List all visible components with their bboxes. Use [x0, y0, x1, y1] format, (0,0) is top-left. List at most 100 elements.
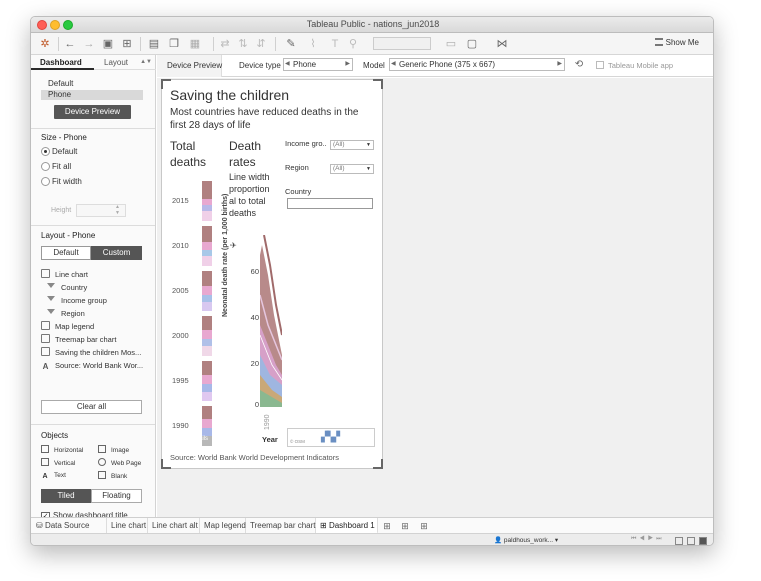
treemap-bar-2000[interactable]	[202, 316, 212, 356]
death-rates-heading: Death rates	[229, 139, 262, 169]
filter-icon	[47, 295, 56, 304]
tree-item-region[interactable]: Region	[47, 308, 85, 320]
death-rate-line-chart[interactable]	[260, 235, 282, 407]
treemap-bar-2005[interactable]	[202, 271, 212, 311]
size-default-radio[interactable]	[41, 147, 50, 156]
tree-item-label: Saving the children Mos...	[55, 348, 142, 357]
show-cards-icon[interactable]: ▭	[443, 37, 459, 51]
treemap-bar-1990[interactable]: ails	[202, 406, 212, 446]
object-blank[interactable]: Blank	[98, 471, 127, 481]
tab-label: Dashboard 1	[328, 521, 375, 530]
map-legend[interactable]: © OSM ▞▚▞	[287, 428, 375, 447]
object-vertical[interactable]: Vertical	[41, 458, 75, 468]
tableau-logo-icon[interactable]: ✲	[39, 37, 51, 51]
layout-section-title: Layout - Phone	[41, 231, 96, 240]
label-icon[interactable]: T	[329, 37, 341, 51]
tableau-window: Tableau Public - nations_jun2018 ✲ ← → ▣…	[30, 16, 714, 546]
device-preview-tab-label: Device Preview	[167, 61, 223, 70]
tree-item-country[interactable]: Country	[47, 282, 87, 294]
region-filter-label: Region	[285, 163, 309, 172]
model-select[interactable]: ◀ Generic Phone (375 x 667) ▶	[389, 58, 565, 71]
treemap-bar-1995[interactable]	[202, 361, 212, 401]
fit-dropdown[interactable]	[373, 37, 431, 50]
tab-dashboard[interactable]: Dashboard	[31, 55, 94, 70]
object-web-page[interactable]: Web Page	[98, 458, 141, 468]
clear-all-button[interactable]: Clear all	[41, 400, 142, 414]
tab-dashboard-1[interactable]: ⊞ Dashboard 1	[316, 518, 378, 534]
device-type-select[interactable]: ◀ Phone ▶	[283, 58, 353, 71]
filter-icon	[47, 282, 56, 291]
forward-arrow-icon[interactable]: →	[83, 37, 95, 51]
presentation-mode-icon[interactable]: ▢	[465, 37, 479, 51]
tab-treemap-bar-chart[interactable]: Treemap bar chart	[246, 518, 316, 534]
grid-view-icon[interactable]	[675, 537, 683, 545]
country-search-input[interactable]	[287, 198, 373, 209]
object-horizontal[interactable]: Horizontal	[41, 445, 83, 455]
back-arrow-icon[interactable]: ←	[64, 37, 76, 51]
device-phone[interactable]: Phone	[41, 90, 143, 100]
tab-layout[interactable]: Layout ▲▼	[94, 55, 156, 70]
tiled-button[interactable]: Tiled	[41, 489, 91, 503]
new-dashboard-tab-icon[interactable]: ⊞	[400, 521, 410, 531]
tree-item-map-legend[interactable]: Map legend	[41, 321, 94, 333]
tab-data-source[interactable]: ⛁ Data Source	[31, 518, 107, 534]
tab-map-legend[interactable]: Map legend	[200, 518, 246, 534]
new-story-tab-icon[interactable]: ⊞	[419, 521, 429, 531]
treemap-bar-2010[interactable]	[202, 226, 212, 266]
tree-item-treemap-bar-chart[interactable]: Treemap bar chart	[41, 334, 116, 346]
swap-axes-icon[interactable]: ⇄	[219, 37, 231, 51]
sheet-navigation-icon[interactable]: ⏮◀▶⏭	[631, 536, 665, 543]
y-tick: 0	[254, 400, 259, 409]
size-fit-all-radio[interactable]	[41, 162, 50, 171]
clear-sheet-icon[interactable]: ▦	[187, 37, 203, 51]
user-menu[interactable]: 👤 paldhous_work... ▾	[494, 536, 558, 544]
source-text: Source: World Bank World Development Ind…	[170, 453, 339, 462]
group-icon[interactable]: ⌇	[305, 37, 321, 51]
sort-ascending-icon[interactable]: ⇅	[237, 37, 249, 51]
tree-item-line-chart[interactable]: Line chart	[41, 269, 88, 281]
tree-item-title-text[interactable]: Saving the children Mos...	[41, 347, 141, 359]
tabs-view-icon[interactable]	[699, 537, 707, 545]
vertical-container-icon	[41, 458, 49, 466]
share-icon[interactable]: ⋈	[496, 37, 508, 51]
device-preview-tab[interactable]: Device Preview	[157, 55, 222, 77]
highlight-icon[interactable]: ✎	[283, 37, 299, 51]
tree-item-income-group[interactable]: Income group	[47, 295, 107, 307]
object-label: Web Page	[111, 460, 142, 467]
pin-icon[interactable]: ⚲	[347, 37, 359, 51]
object-text[interactable]: A Text	[41, 471, 66, 481]
income-group-filter[interactable]: (All) ▼	[330, 140, 374, 150]
treemap-bar-2015[interactable]	[202, 181, 212, 221]
tree-item-label: Treemap bar chart	[55, 335, 117, 344]
tab-line-chart-alt[interactable]: Line chart alt	[148, 518, 200, 534]
mobile-app-checkbox[interactable]	[596, 61, 604, 69]
layout-custom-button[interactable]: Custom	[91, 246, 142, 260]
show-me-button[interactable]: Show Me	[654, 38, 699, 47]
layout-default-button[interactable]: Default	[41, 246, 91, 260]
new-worksheet-tab-icon[interactable]: ⊞	[382, 521, 392, 531]
height-stepper-icon[interactable]: ▲ ▼	[115, 204, 120, 216]
filmstrip-view-icon[interactable]	[687, 537, 695, 545]
tab-line-chart[interactable]: Line chart	[107, 518, 148, 534]
x-axis-title: Year	[262, 435, 278, 444]
floating-button[interactable]: Floating	[91, 489, 142, 503]
size-fit-width-radio[interactable]	[41, 177, 50, 186]
tab-label: Data Source	[44, 521, 90, 530]
title-bar: Tableau Public - nations_jun2018	[31, 17, 713, 33]
sort-descending-icon[interactable]: ⇵	[255, 37, 267, 51]
duplicate-sheet-icon[interactable]: ❐	[168, 37, 180, 51]
size-default-label: Default	[52, 147, 78, 156]
device-default[interactable]: Default	[41, 79, 143, 89]
object-label: Text	[54, 472, 66, 479]
rotate-device-icon[interactable]: ⟲	[573, 59, 585, 71]
add-datasource-icon[interactable]: ⊞	[121, 37, 133, 51]
new-worksheet-icon[interactable]: ▤	[146, 37, 162, 51]
object-image[interactable]: Image	[98, 445, 129, 455]
blank-icon	[98, 471, 106, 479]
region-filter[interactable]: (All) ▼	[330, 164, 374, 174]
sheet-tabs-bar: ⛁ Data Source Line chart Line chart alt …	[31, 517, 713, 534]
tree-item-label: Map legend	[55, 322, 95, 331]
tree-item-source-text[interactable]: A Source: World Bank Wor...	[41, 360, 143, 372]
save-icon[interactable]: ▣	[102, 37, 114, 51]
device-preview-button[interactable]: Device Preview	[54, 105, 131, 119]
